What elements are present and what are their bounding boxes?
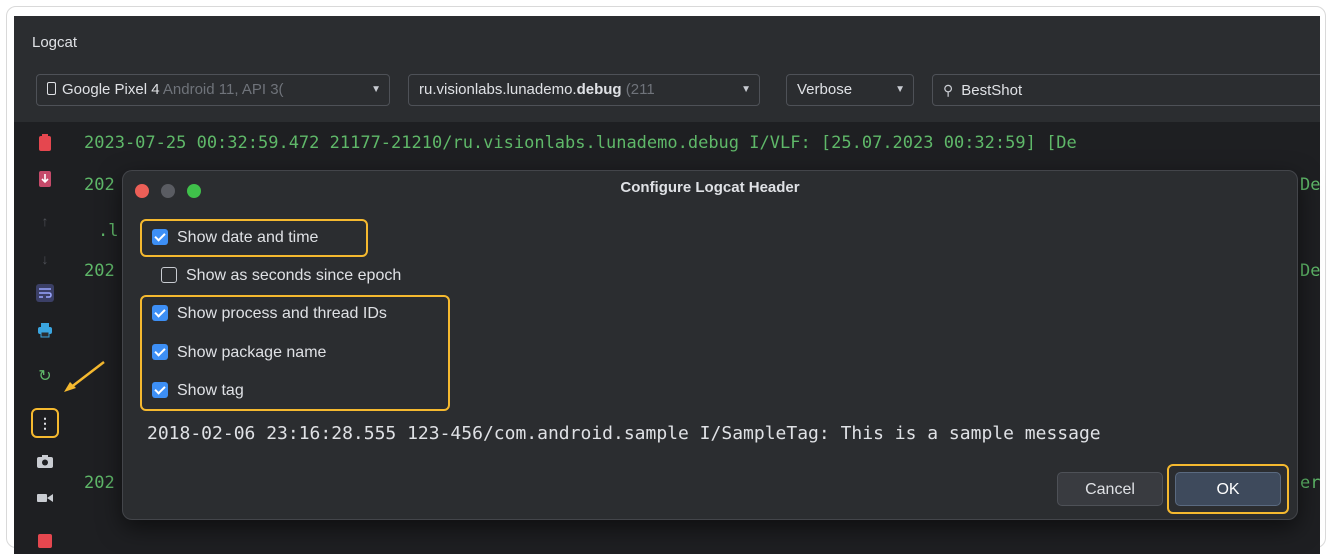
phone-icon: [47, 82, 56, 95]
search-icon: ⚲: [943, 82, 954, 98]
device-selector[interactable]: Google Pixel 4 Android 11, API 3( ▼: [36, 74, 390, 106]
scroll-to-end-icon[interactable]: [34, 170, 56, 192]
more-options-icon[interactable]: ⋮: [31, 408, 59, 438]
cancel-button[interactable]: Cancel: [1057, 472, 1163, 506]
option-show-process-and-thread-ids[interactable]: Show process and thread IDs: [152, 302, 387, 326]
package-selector[interactable]: ru.visionlabs.lunademo.debug (211 ▼: [408, 74, 760, 106]
logcat-toolbar: Google Pixel 4 Android 11, API 3( ▼ ru.v…: [14, 62, 1320, 122]
package-bold: debug: [576, 81, 622, 98]
log-line: 2023-07-25 00:32:59.472 21177-21210/ru.v…: [84, 133, 1077, 153]
option-label: Show package name: [177, 344, 327, 361]
log-line-fragment: De: [1300, 175, 1320, 195]
checkbox-checked[interactable]: [152, 382, 168, 398]
search-value: BestShot: [961, 82, 1023, 99]
screen-record-icon[interactable]: [34, 488, 56, 510]
option-show-package-name[interactable]: Show package name: [152, 341, 326, 365]
log-line: 202: [84, 261, 115, 281]
option-label: Show date and time: [177, 229, 319, 246]
checkbox-checked[interactable]: [152, 344, 168, 360]
ok-button[interactable]: OK: [1175, 472, 1281, 506]
log-line: 202: [84, 473, 115, 493]
log-line-fragment: De: [1300, 261, 1320, 281]
sample-log-preview: 2018-02-06 23:16:28.555 123-456/com.andr…: [147, 423, 1101, 444]
log-level-selector[interactable]: Verbose ▼: [786, 74, 914, 106]
up-arrow-icon[interactable]: ↑: [34, 210, 56, 232]
print-icon[interactable]: [34, 322, 56, 344]
chevron-down-icon: ▼: [371, 84, 381, 95]
option-label: Show tag: [177, 382, 244, 399]
package-pid: (211: [625, 81, 655, 98]
package-prefix: ru.visionlabs.lunademo.: [419, 81, 577, 98]
screenshot-icon[interactable]: [34, 452, 56, 474]
log-level-value: Verbose: [797, 81, 853, 98]
checkbox-checked[interactable]: [152, 229, 168, 245]
checkbox-checked[interactable]: [152, 305, 168, 321]
option-label: Show as seconds since epoch: [186, 267, 402, 284]
down-arrow-icon[interactable]: ↓: [34, 248, 56, 270]
device-detail: Android 11, API 3(: [162, 81, 284, 98]
callout-arrow-icon: [64, 361, 105, 392]
log-line: 202: [84, 175, 115, 195]
window-title: Logcat: [14, 16, 1320, 62]
checkbox-unchecked[interactable]: [161, 267, 177, 283]
clear-logcat-icon[interactable]: [34, 134, 56, 156]
logcat-sidebar: ↑ ↓ ↻ ⋮: [14, 122, 74, 554]
log-line: .l: [98, 221, 119, 241]
restart-icon[interactable]: ↻: [34, 366, 56, 388]
option-label: Show process and thread IDs: [177, 305, 387, 322]
configure-logcat-header-dialog: Configure Logcat Header Show date and ti…: [122, 170, 1298, 520]
dialog-title: Configure Logcat Header: [620, 179, 800, 196]
option-show-date-and-time[interactable]: Show date and time: [152, 226, 318, 250]
option-show-seconds-since-epoch[interactable]: Show as seconds since epoch: [161, 264, 401, 288]
option-show-tag[interactable]: Show tag: [152, 379, 244, 403]
stop-icon[interactable]: [34, 532, 56, 554]
chevron-down-icon: ▼: [895, 84, 905, 95]
log-line-fragment: er: [1300, 473, 1320, 493]
device-name: Google Pixel 4: [62, 81, 160, 98]
chevron-down-icon: ▼: [741, 84, 751, 95]
soft-wrap-icon[interactable]: [34, 284, 56, 306]
search-input[interactable]: ⚲ BestShot: [932, 74, 1320, 106]
